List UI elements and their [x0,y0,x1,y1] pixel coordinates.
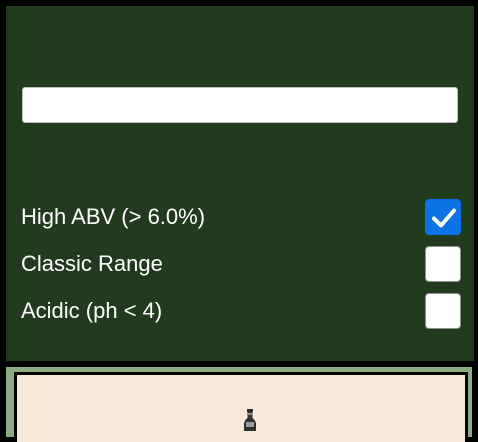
acidic-checkbox[interactable] [425,293,461,329]
beer-bottle-icon [244,409,256,431]
filter-label-high-abv: High ABV (> 6.0%) [21,204,206,229]
product-card[interactable] [14,372,468,442]
filter-panel: High ABV (> 6.0%) Classic Range Acidic (… [6,6,474,361]
filter-row-high-abv[interactable]: High ABV (> 6.0%) [21,199,461,235]
product-card-frame [6,367,472,442]
search-input[interactable] [22,87,458,123]
filter-label-classic-range: Classic Range [21,251,163,276]
filter-row-acidic[interactable]: Acidic (ph < 4) [21,293,461,329]
filter-label-acidic: Acidic (ph < 4) [21,298,163,323]
filter-row-classic-range[interactable]: Classic Range [21,246,461,282]
classic-range-checkbox[interactable] [425,246,461,282]
check-icon [432,208,456,228]
high-abv-checkbox[interactable] [425,199,461,235]
